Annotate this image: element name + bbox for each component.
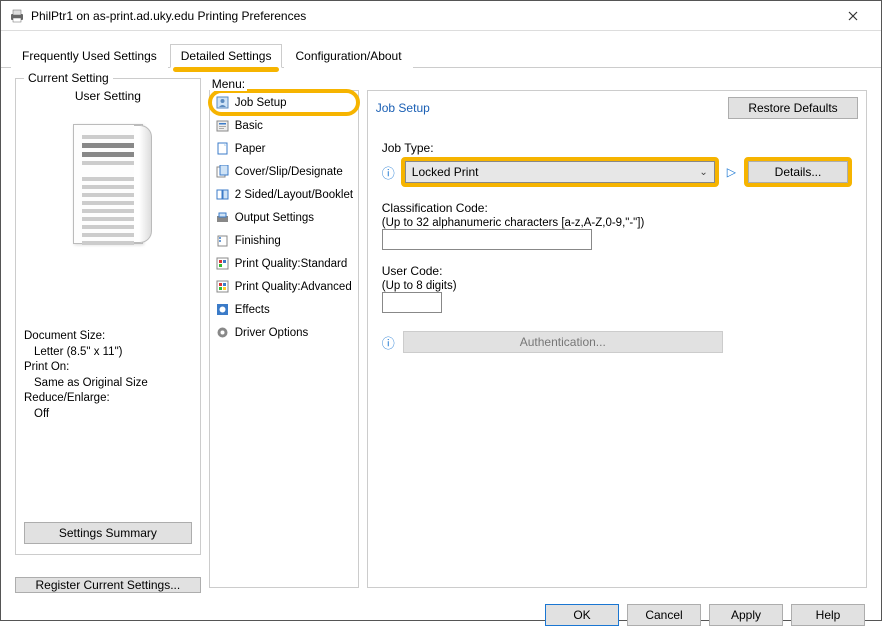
doc-size-value: Letter (8.5" x 11") (24, 345, 192, 361)
menu-item-finishing[interactable]: Finishing (210, 229, 358, 252)
chevron-down-icon: ⌄ (699, 167, 707, 178)
user-code-label: User Code: (382, 264, 852, 278)
menu-item-label: Job Setup (235, 97, 287, 109)
tab-bar: Frequently Used Settings Detailed Settin… (1, 31, 881, 68)
restore-defaults-button[interactable]: Restore Defaults (728, 97, 858, 119)
basic-icon (216, 119, 230, 133)
job-setup-icon (216, 96, 230, 110)
two-sided-icon (216, 188, 230, 202)
menu-item-label: Print Quality:Advanced (235, 281, 352, 293)
job-type-label: Job Type: (382, 141, 852, 155)
cover-icon (216, 165, 230, 179)
menu-item-label: Print Quality:Standard (235, 258, 348, 270)
page-preview (24, 109, 192, 259)
menu-item-driver-options[interactable]: Driver Options (210, 321, 358, 344)
menu-item-effects[interactable]: Effects (210, 298, 358, 321)
output-icon (216, 211, 230, 225)
details-button[interactable]: Details... (748, 161, 848, 183)
help-button[interactable]: Help (791, 604, 865, 626)
print-on-value: Same as Original Size (24, 376, 192, 392)
register-current-settings-button[interactable]: Register Current Settings... (15, 577, 201, 593)
menu-item-label: Output Settings (235, 212, 314, 224)
menu-item-2sided[interactable]: 2 Sided/Layout/Booklet (210, 183, 358, 206)
reduce-label: Reduce/Enlarge: (24, 391, 192, 407)
menu-item-label: 2 Sided/Layout/Booklet (235, 189, 353, 201)
info-icon: ⓘ (382, 163, 395, 182)
job-type-value: Locked Print (412, 165, 479, 179)
doc-info: Document Size: Letter (8.5" x 11") Print… (24, 329, 192, 422)
user-code-hint: (Up to 8 digits) (382, 280, 852, 292)
settings-summary-button[interactable]: Settings Summary (24, 522, 192, 544)
tab-configuration-about[interactable]: Configuration/About (284, 44, 412, 68)
doc-size-label: Document Size: (24, 329, 192, 345)
cancel-button[interactable]: Cancel (627, 604, 701, 626)
classification-label: Classification Code: (382, 201, 852, 215)
quality-adv-icon (216, 280, 230, 294)
titlebar: PhilPtr1 on as-print.ad.uky.edu Printing… (1, 1, 881, 31)
setting-name: User Setting (24, 89, 192, 103)
menu-item-cover[interactable]: Cover/Slip/Designate (210, 160, 358, 183)
print-on-label: Print On: (24, 360, 192, 376)
detail-panel: Job Setup Restore Defaults Job Type: ⓘ L… (367, 90, 867, 588)
classification-input[interactable] (382, 229, 592, 250)
menu-item-quality-adv[interactable]: Print Quality:Advanced (210, 275, 358, 298)
menu-item-paper[interactable]: Paper (210, 137, 358, 160)
detail-heading: Job Setup (376, 101, 430, 115)
quality-std-icon (216, 257, 230, 271)
classification-hint: (Up to 32 alphanumeric characters [a-z,A… (382, 217, 852, 229)
menu-item-label: Finishing (235, 235, 281, 247)
menu-item-label: Cover/Slip/Designate (235, 166, 343, 178)
printer-icon (9, 8, 25, 24)
authentication-button[interactable]: Authentication... (403, 331, 723, 353)
paper-icon (216, 142, 230, 156)
close-button[interactable] (833, 2, 873, 30)
effects-icon (216, 303, 230, 317)
job-type-select[interactable]: Locked Print ⌄ (405, 161, 715, 183)
menu-item-quality-std[interactable]: Print Quality:Standard (210, 252, 358, 275)
gear-icon (216, 326, 230, 340)
menu-item-output[interactable]: Output Settings (210, 206, 358, 229)
current-setting-group: Current Setting User Setting Document Si… (15, 78, 201, 555)
menu-panel: Menu: Job Setup Basic Paper Cover/Slip/D… (209, 90, 359, 588)
tab-frequently-used[interactable]: Frequently Used Settings (11, 44, 168, 68)
tab-detailed-settings[interactable]: Detailed Settings (170, 44, 283, 68)
menu-item-basic[interactable]: Basic (210, 114, 358, 137)
menu-item-label: Paper (235, 143, 266, 155)
window-title: PhilPtr1 on as-print.ad.uky.edu Printing… (31, 9, 833, 23)
menu-item-job-setup[interactable]: Job Setup (210, 91, 358, 114)
reduce-value: Off (24, 407, 192, 423)
menu-label: Menu: (210, 77, 247, 91)
info-icon: ⓘ (382, 333, 395, 352)
dialog-buttons: OK Cancel Apply Help (1, 598, 881, 626)
user-code-input[interactable] (382, 292, 442, 313)
menu-item-label: Driver Options (235, 327, 309, 339)
current-setting-legend: Current Setting (24, 71, 113, 85)
finishing-icon (216, 234, 230, 248)
menu-item-label: Basic (235, 120, 263, 132)
ok-button[interactable]: OK (545, 604, 619, 626)
play-icon: ▷ (727, 165, 736, 179)
apply-button[interactable]: Apply (709, 604, 783, 626)
menu-item-label: Effects (235, 304, 270, 316)
